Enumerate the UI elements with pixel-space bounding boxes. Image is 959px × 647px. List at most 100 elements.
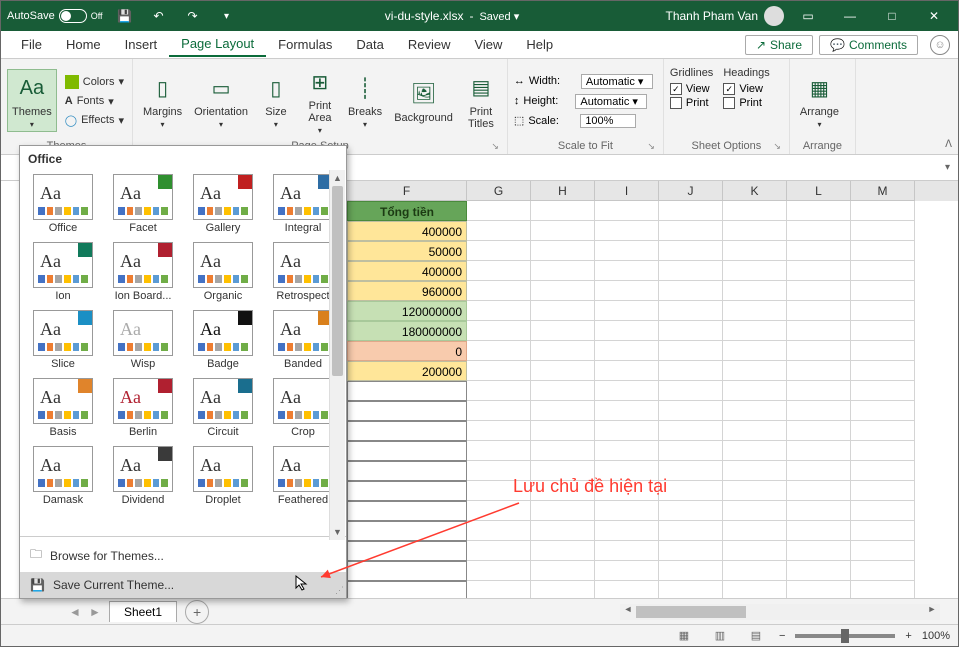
cell-f9[interactable]: 200000 xyxy=(347,361,467,381)
themes-button[interactable]: Aa Themes ▾ xyxy=(7,69,57,132)
tab-page-layout[interactable]: Page Layout xyxy=(169,32,266,57)
scrollbar-thumb[interactable] xyxy=(332,186,343,376)
cell[interactable] xyxy=(531,401,595,421)
cell[interactable] xyxy=(347,381,467,401)
maximize-icon[interactable]: □ xyxy=(874,1,910,31)
cell[interactable] xyxy=(595,421,659,441)
cell[interactable] xyxy=(531,221,595,241)
cell[interactable] xyxy=(595,381,659,401)
tab-home[interactable]: Home xyxy=(54,33,113,56)
expand-formula-bar-icon[interactable]: ▾ xyxy=(945,162,950,173)
share-button[interactable]: ↗Share xyxy=(745,35,813,55)
cell[interactable] xyxy=(787,481,851,501)
scale-to-fit-group-label[interactable]: Scale to Fit xyxy=(514,138,657,152)
cell-f6[interactable]: 120000000 xyxy=(347,301,467,321)
cell[interactable] xyxy=(531,461,595,481)
cell[interactable] xyxy=(851,501,915,521)
collapse-ribbon-icon[interactable]: ᐱ xyxy=(945,139,952,150)
colors-button[interactable]: Colors ▾ xyxy=(61,73,128,91)
cell[interactable] xyxy=(851,201,915,221)
qat-customize-icon[interactable]: ▾ xyxy=(215,4,239,28)
cell[interactable] xyxy=(347,401,467,421)
tab-data[interactable]: Data xyxy=(344,33,395,56)
cell-f8[interactable]: 0 xyxy=(347,341,467,361)
cell[interactable] xyxy=(595,501,659,521)
cell[interactable] xyxy=(851,261,915,281)
cell[interactable] xyxy=(787,381,851,401)
cell[interactable] xyxy=(723,361,787,381)
cell[interactable] xyxy=(659,261,723,281)
cell[interactable] xyxy=(595,241,659,261)
cell[interactable] xyxy=(659,221,723,241)
cell[interactable] xyxy=(723,421,787,441)
add-sheet-button[interactable]: + xyxy=(185,600,209,624)
cell[interactable] xyxy=(595,301,659,321)
background-button[interactable]: 🖼Background xyxy=(390,76,457,126)
theme-thumb-ion[interactable]: AaIon xyxy=(24,240,102,304)
cell[interactable] xyxy=(787,441,851,461)
theme-thumb-facet[interactable]: AaFacet xyxy=(104,172,182,236)
col-header-h[interactable]: H xyxy=(531,181,595,201)
zoom-in-icon[interactable]: + xyxy=(905,630,911,642)
theme-thumb-damask[interactable]: AaDamask xyxy=(24,444,102,508)
cell[interactable] xyxy=(723,341,787,361)
cell[interactable] xyxy=(659,241,723,261)
tab-formulas[interactable]: Formulas xyxy=(266,33,344,56)
zoom-out-icon[interactable]: − xyxy=(779,630,785,642)
cell[interactable] xyxy=(467,381,531,401)
hscroll-thumb[interactable] xyxy=(636,606,746,618)
cell[interactable] xyxy=(467,521,531,541)
minimize-icon[interactable]: — xyxy=(832,1,868,31)
cell[interactable] xyxy=(851,421,915,441)
cell[interactable] xyxy=(595,401,659,421)
cell[interactable] xyxy=(851,521,915,541)
gridlines-view-checkbox[interactable]: ✓View xyxy=(670,83,713,95)
cell[interactable] xyxy=(851,441,915,461)
cell[interactable] xyxy=(659,481,723,501)
resize-grip-icon[interactable]: ⋰ xyxy=(335,585,344,596)
cell[interactable] xyxy=(595,461,659,481)
cell[interactable] xyxy=(347,541,467,561)
cell[interactable] xyxy=(467,561,531,581)
cell[interactable] xyxy=(723,321,787,341)
col-header-j[interactable]: J xyxy=(659,181,723,201)
height-select[interactable]: Automatic ▾ xyxy=(575,94,647,109)
arrange-button[interactable]: ▦Arrange▾ xyxy=(796,70,843,131)
cell-f2[interactable]: 400000 xyxy=(347,221,467,241)
cell[interactable] xyxy=(595,321,659,341)
cell[interactable] xyxy=(787,221,851,241)
cell[interactable] xyxy=(659,421,723,441)
theme-thumb-badge[interactable]: AaBadge xyxy=(184,308,262,372)
tab-nav-next[interactable]: ► xyxy=(85,605,105,619)
cell[interactable] xyxy=(787,421,851,441)
cell[interactable] xyxy=(531,201,595,221)
cell[interactable] xyxy=(723,241,787,261)
cell[interactable] xyxy=(787,341,851,361)
width-select[interactable]: Automatic ▾ xyxy=(581,74,653,89)
autosave-toggle[interactable] xyxy=(59,9,87,23)
cell[interactable] xyxy=(851,221,915,241)
cell[interactable] xyxy=(595,561,659,581)
cell[interactable] xyxy=(595,201,659,221)
col-header-m[interactable]: M xyxy=(851,181,915,201)
cell[interactable] xyxy=(531,381,595,401)
cell[interactable] xyxy=(467,201,531,221)
theme-thumb-basis[interactable]: AaBasis xyxy=(24,376,102,440)
redo-icon[interactable]: ↷ xyxy=(181,4,205,28)
cell[interactable] xyxy=(595,261,659,281)
cell[interactable] xyxy=(595,281,659,301)
cell[interactable] xyxy=(467,421,531,441)
theme-thumb-berlin[interactable]: AaBerlin xyxy=(104,376,182,440)
cell[interactable] xyxy=(347,521,467,541)
cell-f7[interactable]: 180000000 xyxy=(347,321,467,341)
cell[interactable] xyxy=(595,541,659,561)
comments-button[interactable]: 💬Comments xyxy=(819,35,918,55)
tab-insert[interactable]: Insert xyxy=(113,33,170,56)
cell[interactable] xyxy=(467,541,531,561)
cell[interactable] xyxy=(659,501,723,521)
cell[interactable] xyxy=(723,221,787,241)
cell[interactable] xyxy=(467,461,531,481)
cell[interactable] xyxy=(787,301,851,321)
ribbon-display-icon[interactable]: ▭ xyxy=(790,1,826,31)
col-header-i[interactable]: I xyxy=(595,181,659,201)
